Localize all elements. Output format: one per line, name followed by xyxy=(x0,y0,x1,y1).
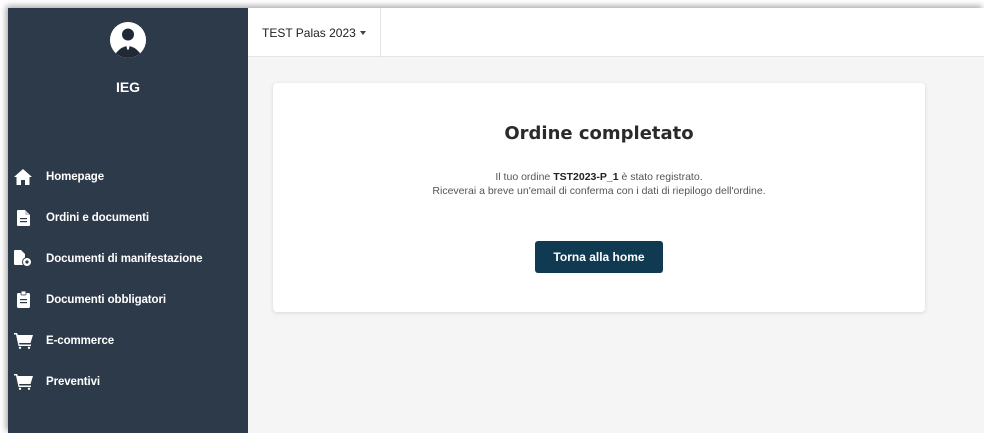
message-prefix: Il tuo ordine xyxy=(495,171,551,183)
sidebar-item-documenti-manifestazione[interactable]: Documenti di manifestazione xyxy=(8,238,248,279)
sidebar-item-preventivi[interactable]: Preventivi xyxy=(8,361,248,402)
sidebar: IEG Homepage Ordini e documenti Document… xyxy=(8,8,248,433)
document-icon xyxy=(12,208,34,228)
confirmation-email-message: Riceverai a breve un'email di conferma c… xyxy=(432,185,766,197)
home-icon xyxy=(12,167,34,187)
back-to-home-button[interactable]: Torna alla home xyxy=(535,241,663,273)
sidebar-item-ordini-documenti[interactable]: Ordini e documenti xyxy=(8,197,248,238)
order-code: TST2023-P_1 xyxy=(553,171,619,183)
clipboard-icon xyxy=(12,290,34,310)
top-bar: TEST Palas 2023 xyxy=(248,8,984,57)
sidebar-item-label: Ordini e documenti xyxy=(46,211,149,224)
event-selector-label: TEST Palas 2023 xyxy=(262,25,356,40)
sidebar-nav: Homepage Ordini e documenti Documenti di… xyxy=(8,156,248,402)
app-window: IEG Homepage Ordini e documenti Document… xyxy=(8,8,984,433)
sidebar-item-documenti-obbligatori[interactable]: Documenti obbligatori xyxy=(8,279,248,320)
user-avatar-icon[interactable] xyxy=(110,22,146,58)
sidebar-item-label: Preventivi xyxy=(46,375,100,388)
caret-down-icon xyxy=(359,30,366,35)
cart-icon xyxy=(12,372,34,392)
cart-icon xyxy=(12,331,34,351)
sidebar-item-label: E-commerce xyxy=(46,334,115,347)
organization-name: IEG xyxy=(115,79,141,95)
order-confirmation-card: Ordine completato Il tuo ordine TST2023-… xyxy=(273,83,925,312)
event-selector-dropdown[interactable]: TEST Palas 2023 xyxy=(262,8,381,57)
sidebar-item-label: Homepage xyxy=(46,170,104,183)
sidebar-item-label: Documenti obbligatori xyxy=(46,293,166,306)
sidebar-item-label: Documenti di manifestazione xyxy=(46,252,203,265)
documents-settings-icon xyxy=(12,249,34,269)
message-suffix: è stato registrato. xyxy=(621,171,703,183)
card-title: Ordine completato xyxy=(504,123,694,144)
sidebar-item-homepage[interactable]: Homepage xyxy=(8,156,248,197)
sidebar-item-e-commerce[interactable]: E-commerce xyxy=(8,320,248,361)
order-registered-message: Il tuo ordine TST2023-P_1 è stato regist… xyxy=(273,171,925,183)
